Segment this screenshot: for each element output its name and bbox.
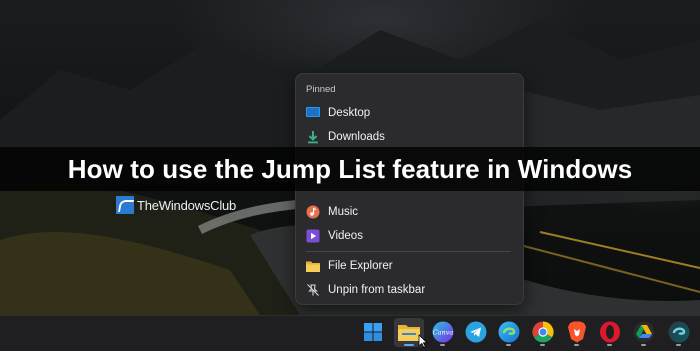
jump-item-downloads[interactable]: Downloads bbox=[306, 126, 511, 148]
jump-action-unpin[interactable]: Unpin from taskbar bbox=[306, 279, 511, 301]
running-indicator bbox=[540, 344, 545, 346]
jump-action-label: File Explorer bbox=[328, 260, 393, 272]
google-drive-icon[interactable] bbox=[632, 320, 656, 344]
jump-item-label: Desktop bbox=[328, 107, 371, 119]
running-indicator bbox=[607, 344, 612, 346]
jump-item-music[interactable]: Music bbox=[306, 201, 511, 223]
start-icon[interactable] bbox=[361, 320, 385, 344]
jump-item-label: Videos bbox=[328, 230, 363, 242]
pinned-section-header: Pinned bbox=[306, 84, 336, 95]
mouse-cursor-icon bbox=[418, 334, 428, 348]
title-banner: How to use the Jump List feature in Wind… bbox=[0, 147, 700, 191]
running-indicator bbox=[404, 344, 414, 346]
telegram-icon[interactable] bbox=[464, 320, 488, 344]
running-indicator bbox=[676, 344, 681, 346]
videos-icon bbox=[306, 229, 320, 243]
brave-icon[interactable] bbox=[565, 320, 589, 344]
jump-item-videos[interactable]: Videos bbox=[306, 225, 511, 247]
file-explorer-icon bbox=[306, 259, 320, 273]
thewindowsclub-logo-icon bbox=[116, 196, 134, 214]
running-indicator bbox=[506, 344, 511, 346]
edge-dev-icon[interactable] bbox=[667, 320, 691, 344]
article-title: How to use the Jump List feature in Wind… bbox=[67, 153, 633, 184]
jump-item-label: Downloads bbox=[328, 131, 385, 143]
running-indicator bbox=[641, 344, 646, 346]
jump-action-file-explorer[interactable]: File Explorer bbox=[306, 255, 511, 277]
menu-separator bbox=[306, 251, 511, 252]
chrome-icon[interactable] bbox=[531, 320, 555, 344]
canva-icon[interactable]: Canva bbox=[431, 320, 455, 344]
jump-item-label: Music bbox=[328, 206, 359, 218]
desktop-folder-icon bbox=[306, 106, 320, 120]
taskbar bbox=[0, 315, 700, 351]
brand-name: TheWindowsClub bbox=[137, 197, 237, 213]
opera-icon[interactable] bbox=[598, 320, 622, 344]
music-icon bbox=[306, 205, 320, 219]
jump-item-desktop[interactable]: Desktop bbox=[306, 102, 511, 124]
brand-watermark: TheWindowsClub bbox=[116, 196, 236, 214]
canva-logo-text: Canva bbox=[433, 329, 454, 337]
unpin-icon bbox=[306, 283, 320, 297]
jump-action-label: Unpin from taskbar bbox=[328, 284, 426, 296]
downloads-icon bbox=[306, 130, 320, 144]
running-indicator bbox=[574, 344, 579, 346]
running-indicator bbox=[440, 344, 445, 346]
edge-icon[interactable] bbox=[497, 320, 521, 344]
